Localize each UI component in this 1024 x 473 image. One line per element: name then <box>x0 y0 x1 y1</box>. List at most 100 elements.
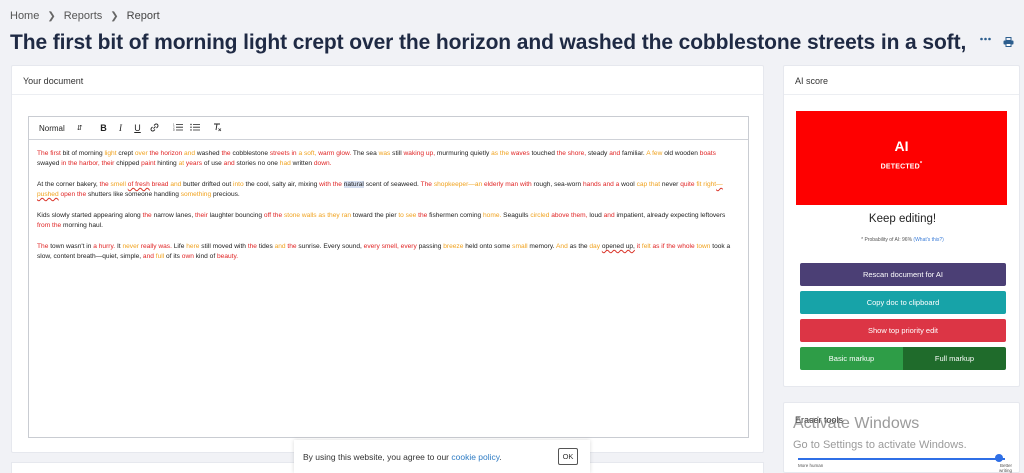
highlighted-segment: home. <box>483 212 502 219</box>
more-options-icon[interactable] <box>980 37 991 47</box>
highlighted-segment: and <box>603 212 615 219</box>
highlighted-segment: waking up, <box>403 150 436 157</box>
activate-windows-subtitle: Go to Settings to activate Windows. <box>793 439 967 451</box>
highlighted-segment: with the <box>319 181 342 188</box>
text-segment: still <box>390 150 404 157</box>
document-card-title: Your document <box>12 66 763 95</box>
updown-arrows-icon: ⇵ <box>76 125 83 132</box>
slider-track <box>798 458 1005 460</box>
cookie-policy-link[interactable]: cookie policy <box>451 452 499 462</box>
rescan-button[interactable]: Rescan document for AI <box>800 263 1006 286</box>
highlighted-segment: and <box>274 243 286 250</box>
text-segment: passing <box>416 243 444 250</box>
highlighted-segment: the <box>142 212 152 219</box>
highlighted-segment: cap that <box>636 181 661 188</box>
highlighted-segment: the <box>99 181 109 188</box>
highlighted-segment: felt <box>640 243 651 250</box>
text-segment: of use <box>202 160 224 167</box>
breadcrumb-current: Report <box>126 10 160 22</box>
clear-format-icon[interactable] <box>209 123 226 134</box>
highlighted-segment: years <box>184 160 203 167</box>
highlighted-segment: The first <box>37 150 61 157</box>
highlighted-segment: every smell, every <box>363 243 417 250</box>
breadcrumb-reports[interactable]: Reports <box>64 10 103 22</box>
text-segment: kind of <box>193 253 217 260</box>
ai-score-card: AI score AI DETECTED* Keep editing! * Pr… <box>783 65 1020 387</box>
highlighted-segment: as the <box>491 150 510 157</box>
text-segment: Seagulls <box>501 212 531 219</box>
highlighted-segment: from the <box>37 222 62 229</box>
ai-status-mark: * <box>919 161 923 167</box>
editor-paragraph: At the corner bakery, the smell of fresh… <box>37 180 740 200</box>
highlighted-segment: and <box>168 181 182 188</box>
highlighted-segment: open the <box>58 191 87 198</box>
text-segment: sunrise. Every sound, <box>296 243 364 250</box>
highlighted-segment: never <box>122 243 139 250</box>
highlighted-segment: boats <box>699 150 716 157</box>
italic-button[interactable]: I <box>112 123 129 133</box>
editor-paragraph: The first bit of morning light crept ove… <box>37 149 740 169</box>
text-segment: fishermen coming <box>427 212 484 219</box>
text-segment: touched <box>529 150 557 157</box>
text-segment: as the <box>567 243 590 250</box>
breadcrumb-home[interactable]: Home <box>10 10 39 22</box>
link-icon[interactable] <box>146 123 163 134</box>
editor-toolbar: Normal ⇵ B I U 123 <box>29 117 748 140</box>
text-segment: written <box>290 160 314 167</box>
copy-doc-button[interactable]: Copy doc to clipboard <box>800 291 1006 314</box>
top-priority-edit-button[interactable]: Show top priority edit <box>800 319 1006 342</box>
highlighted-segment: the <box>221 150 231 157</box>
highlighted-segment: their <box>101 160 115 167</box>
cookie-ok-button[interactable]: OK <box>558 448 578 465</box>
format-select[interactable]: Normal ⇵ <box>39 124 95 133</box>
full-markup-button[interactable]: Full markup <box>903 347 1006 370</box>
basic-markup-button[interactable]: Basic markup <box>800 347 903 370</box>
highlighted-segment: streets in <box>269 150 297 157</box>
bold-button[interactable]: B <box>95 123 112 133</box>
highlighted-segment: the <box>247 243 257 250</box>
whats-this-link[interactable]: (What's this?) <box>913 237 943 243</box>
highlighted-segment: elderly man with <box>482 181 532 188</box>
title-actions <box>980 37 1014 47</box>
highlighted-segment: to see <box>398 212 417 219</box>
text-segment: impatient, already expecting leftovers <box>614 212 726 219</box>
svg-text:3: 3 <box>173 128 175 131</box>
highlighted-segment: the shore, <box>556 150 587 157</box>
highlighted-segment: The <box>420 181 432 188</box>
text-segment: chipped <box>114 160 142 167</box>
highlighted-segment: as they <box>318 212 340 219</box>
highlighted-segment: their <box>194 212 208 219</box>
print-icon[interactable] <box>1003 37 1014 47</box>
text-segment: morning haul. <box>61 222 103 229</box>
activate-windows-title: Activate Windows <box>793 415 920 432</box>
document-editor[interactable]: Normal ⇵ B I U 123 The first bit of morn… <box>28 116 749 438</box>
chevron-right-icon: ❯ <box>110 10 119 22</box>
text-segment: The sea <box>351 150 379 157</box>
text-segment: old wooden <box>662 150 700 157</box>
breadcrumb: Home ❯ Reports ❯ Report <box>10 10 168 22</box>
bullet-list-icon[interactable] <box>186 123 203 133</box>
slider-thumb[interactable] <box>994 454 1003 462</box>
probability-text: * Probability of AI: 96% (What's this?) <box>784 237 1021 243</box>
text-segment: butter drifted out <box>181 181 234 188</box>
text-segment: swayed <box>37 160 62 167</box>
highlighted-segment: fit right <box>694 181 717 188</box>
underline-button[interactable]: U <box>129 123 146 133</box>
highlighted-segment: the <box>416 212 428 219</box>
highlighted-segment: and <box>223 160 235 167</box>
ai-detected-box: AI DETECTED* <box>796 111 1007 205</box>
editor-content[interactable]: The first bit of morning light crept ove… <box>29 140 748 262</box>
highlighted-segment: off the <box>263 212 283 219</box>
text-segment: crept <box>116 150 135 157</box>
highlighted-segment: quite <box>680 181 695 188</box>
text-segment: bit of morning <box>60 150 105 157</box>
ai-score-title: AI score <box>784 66 1019 95</box>
humanize-slider[interactable] <box>798 454 1005 462</box>
highlighted-segment: And <box>556 243 568 250</box>
slider-left-label: More human <box>798 463 824 468</box>
cookie-text: By using this website, you agree to our <box>303 452 449 462</box>
text-segment: memory. <box>527 243 557 250</box>
ordered-list-icon[interactable]: 123 <box>169 123 186 133</box>
highlighted-segment: paint <box>141 160 156 167</box>
text-segment: still moved with <box>199 243 248 250</box>
